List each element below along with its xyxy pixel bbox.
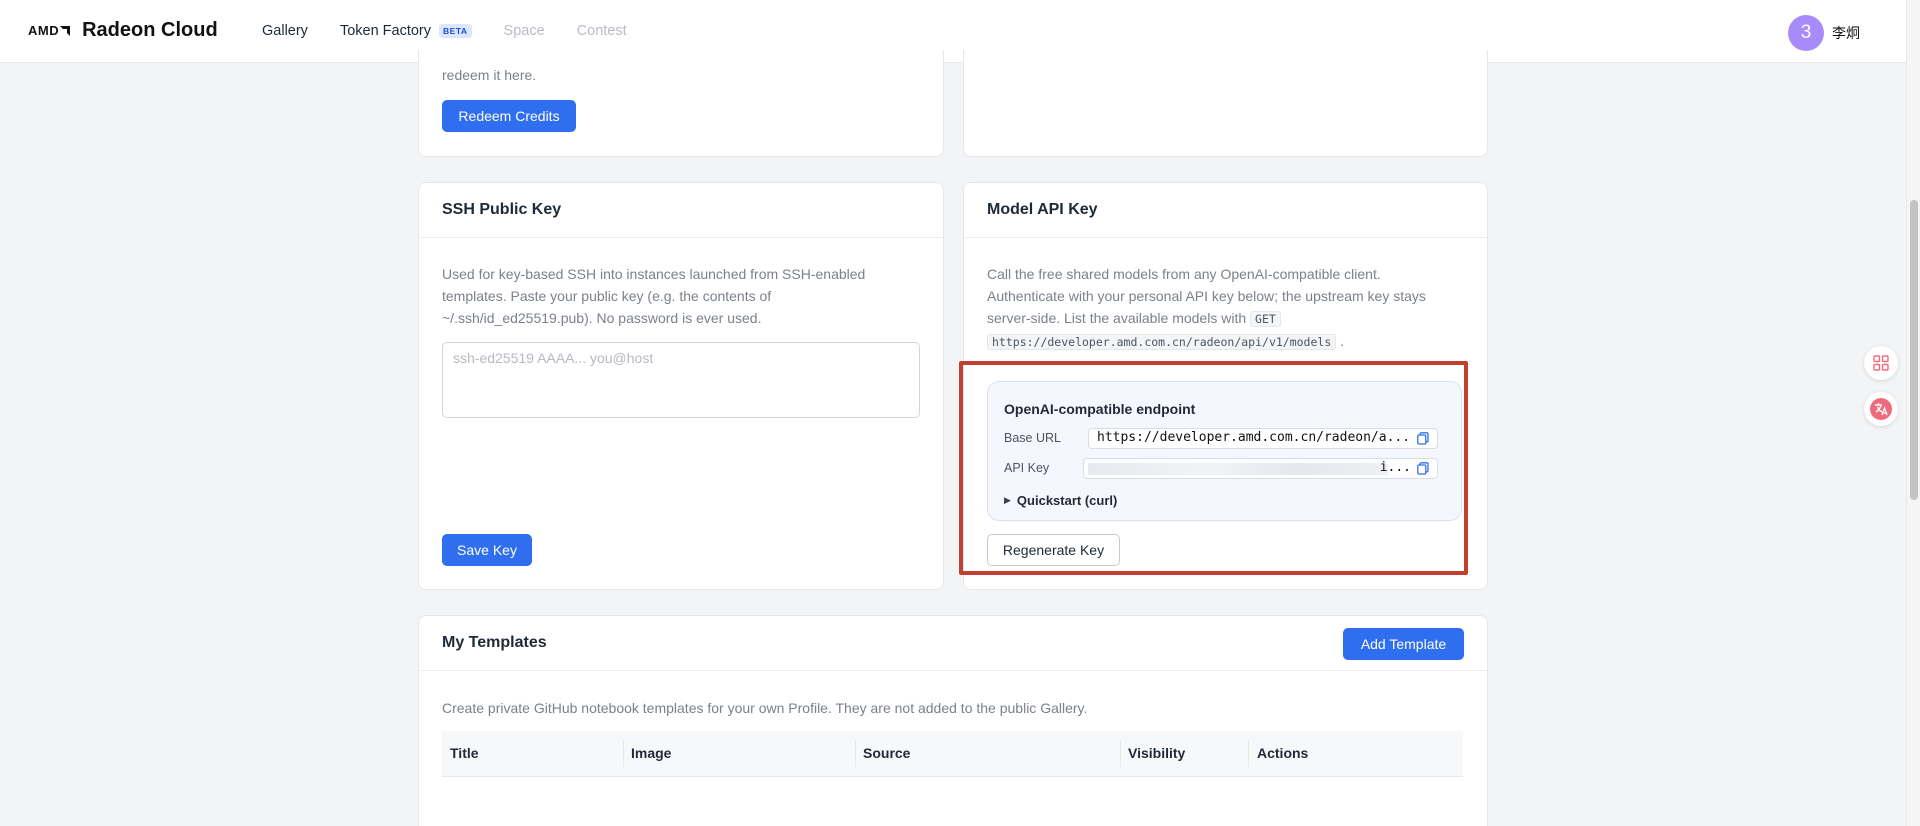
col-visibility: Visibility: [1128, 745, 1186, 761]
templates-description: Create private GitHub notebook templates…: [442, 700, 1088, 716]
username: 李炯: [1832, 25, 1860, 41]
user-menu[interactable]: 3 李炯: [1788, 15, 1860, 51]
ssh-description: Used for key-based SSH into instances la…: [442, 263, 922, 329]
save-key-button[interactable]: Save Key: [442, 534, 532, 566]
ssh-description-line-1: Used for key-based SSH into instances la…: [442, 266, 866, 282]
base-url-field[interactable]: https://developer.amd.com.cn/radeon/a...: [1088, 428, 1438, 449]
endpoint-title: OpenAI-compatible endpoint: [1004, 401, 1196, 417]
brand[interactable]: AMD Radeon Cloud: [28, 19, 218, 42]
redeem-text: redeem it here.: [442, 67, 537, 83]
ssh-key-input[interactable]: [442, 342, 920, 418]
copy-icon[interactable]: [1417, 432, 1429, 445]
api-description-line-2: Authenticate with your personal API key …: [987, 288, 1426, 304]
ssh-description-line-3: ~/.ssh/id_ed25519.pub). No password is e…: [442, 310, 762, 326]
model-api-key-card: Model API Key Call the free shared model…: [963, 182, 1488, 590]
brand-name: Radeon Cloud: [82, 19, 218, 41]
api-description-line-4: https://developer.amd.com.cn/radeon/api/…: [987, 330, 1477, 353]
openai-endpoint-box: OpenAI-compatible endpoint Base URL http…: [987, 381, 1462, 521]
nav-gallery-label: Gallery: [262, 23, 308, 39]
api-card-title: Model API Key: [964, 183, 1487, 238]
quickstart-label: Quickstart (curl): [1016, 493, 1118, 508]
apps-floating-button[interactable]: [1864, 346, 1898, 380]
ssh-description-line-2: templates. Paste your public key (e.g. t…: [442, 288, 772, 304]
api-description-line-3: server-side. List the available models w…: [987, 307, 1477, 330]
page-scrollbar[interactable]: [1906, 0, 1920, 826]
api-key-label: API Key: [1004, 461, 1050, 475]
copy-icon[interactable]: [1417, 462, 1429, 475]
ssh-public-key-card: SSH Public Key Used for key-based SSH in…: [418, 182, 944, 590]
api-description: Call the free shared models from any Ope…: [987, 263, 1477, 353]
beta-badge: BETA: [439, 24, 472, 38]
avatar: 3: [1788, 15, 1824, 51]
my-templates-card: My Templates Add Template Create private…: [418, 615, 1488, 826]
api-description-period: .: [1340, 333, 1345, 349]
nav-space[interactable]: Space: [504, 23, 545, 39]
col-source: Source: [863, 745, 911, 761]
api-key-field[interactable]: і...: [1083, 458, 1438, 479]
col-title: Title: [450, 745, 479, 761]
templates-card-title: My Templates: [419, 616, 1487, 671]
column-divider: [623, 741, 624, 767]
amd-logo-text: AMD: [28, 23, 60, 38]
column-divider: [855, 741, 856, 767]
column-divider: [1248, 741, 1249, 767]
nav-contest[interactable]: Contest: [577, 23, 627, 39]
caret-right-icon: ▶: [1004, 495, 1011, 505]
api-description-line-1: Call the free shared models from any Ope…: [987, 266, 1381, 282]
apps-grid-icon: [1873, 355, 1889, 371]
code-models-url: https://developer.amd.com.cn/radeon/api/…: [987, 334, 1337, 350]
base-url-value: https://developer.amd.com.cn/radeon/a...: [1097, 430, 1411, 445]
add-template-button[interactable]: Add Template: [1343, 628, 1464, 660]
base-url-label: Base URL: [1004, 431, 1061, 445]
col-actions: Actions: [1257, 745, 1309, 761]
scrollbar-thumb[interactable]: [1910, 200, 1918, 500]
amd-arrow-icon: [60, 25, 71, 36]
api-key-tail: і...: [1379, 460, 1411, 475]
quickstart-toggle[interactable]: ▶ Quickstart (curl): [1004, 493, 1117, 508]
nav-token-factory-label: Token Factory: [339, 23, 432, 39]
regenerate-key-button[interactable]: Regenerate Key: [987, 534, 1120, 566]
redeem-credits-card: redeem it here. Redeem Credits: [418, 50, 944, 157]
code-get: GET: [1250, 311, 1281, 327]
main-nav: Gallery Token Factory BETA Space Contest: [262, 23, 659, 39]
nav-token-factory[interactable]: Token Factory BETA: [340, 23, 472, 39]
col-image: Image: [631, 745, 672, 761]
top-navigation-bar: AMD Radeon Cloud Gallery Token Factory B…: [0, 0, 1906, 63]
nav-gallery[interactable]: Gallery: [262, 23, 308, 39]
nav-contest-label: Contest: [576, 23, 627, 39]
column-divider: [1120, 741, 1121, 767]
top-right-card: [963, 50, 1488, 157]
nav-space-label: Space: [503, 23, 545, 39]
templates-table-header: Title Image Source Visibility Actions: [442, 731, 1463, 777]
redeem-credits-button[interactable]: Redeem Credits: [442, 100, 576, 132]
api-description-line-3-text: server-side. List the available models w…: [987, 310, 1247, 326]
amd-logo: AMD: [28, 23, 71, 38]
translate-floating-button[interactable]: [1864, 392, 1898, 426]
api-key-masked: [1088, 463, 1388, 475]
translate-icon: [1870, 398, 1892, 420]
ssh-card-title: SSH Public Key: [419, 183, 943, 238]
